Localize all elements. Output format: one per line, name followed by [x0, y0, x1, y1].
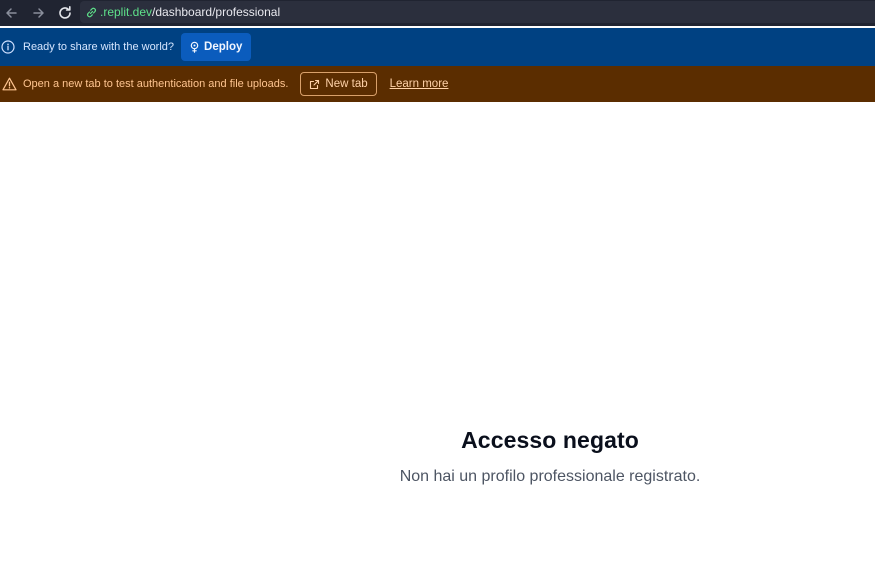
auth-warning-banner: Open a new tab to test authentication an… [0, 66, 875, 102]
deploy-icon [189, 41, 200, 53]
page-title: Accesso negato [461, 427, 639, 453]
learn-more-link[interactable]: Learn more [390, 78, 449, 90]
link-icon [85, 6, 98, 19]
deploy-banner-message: Ready to share with the world? [23, 41, 175, 53]
deploy-button[interactable]: Deploy [181, 33, 252, 61]
forward-button[interactable] [30, 4, 48, 22]
url-field[interactable]: .replit.dev /dashboard/professional [80, 1, 875, 23]
main-content: Accesso negato Non hai un profilo profes… [0, 102, 875, 564]
reload-icon [59, 6, 71, 19]
deploy-button-label: Deploy [204, 41, 243, 53]
reload-button[interactable] [56, 4, 74, 22]
new-tab-label: New tab [325, 78, 368, 90]
browser-address-bar: .replit.dev /dashboard/professional [0, 0, 875, 26]
info-icon [1, 40, 15, 54]
deploy-banner: Ready to share with the world? Deploy [0, 28, 875, 66]
external-link-icon [309, 79, 320, 90]
arrow-left-icon [6, 8, 17, 18]
arrow-right-icon [33, 8, 44, 18]
warning-icon [2, 77, 17, 91]
back-button[interactable] [2, 4, 20, 22]
access-denied-panel: Accesso negato Non hai un profilo profes… [360, 427, 740, 486]
url-host: .replit.dev [100, 5, 153, 19]
access-denied-message: Non hai un profilo professionale registr… [399, 468, 701, 485]
auth-warning-message: Open a new tab to test authentication an… [23, 78, 289, 90]
new-tab-button[interactable]: New tab [300, 72, 377, 96]
url-path: /dashboard/professional [152, 5, 281, 19]
